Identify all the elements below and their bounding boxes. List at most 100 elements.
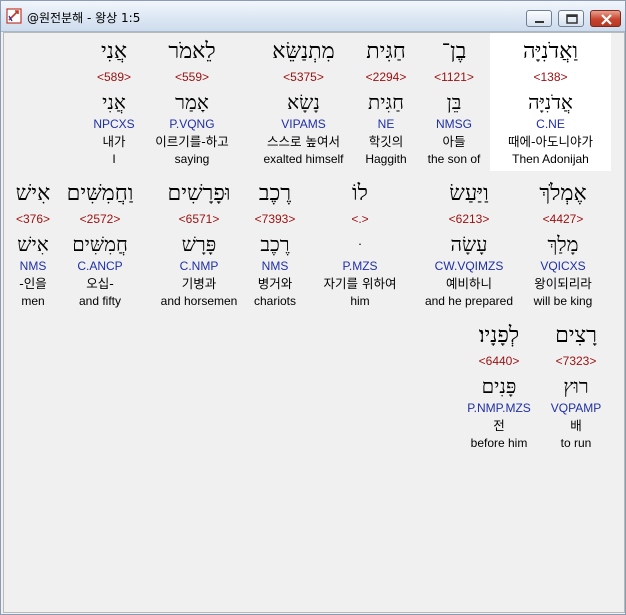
word-cell[interactable]: וַחֲמִשִּׁים <2572> חֲמִשִּׁים C.ANCP 오십-and…	[62, 175, 138, 313]
korean-gloss: 예비하니	[445, 276, 492, 291]
word-cell[interactable]: אֶמְלֹךְ <4427> מָלַךְ VQICXS 왕이되리라 will be k…	[522, 175, 604, 313]
hebrew-lemma: חַגִּית	[368, 90, 404, 114]
parse-code: P.MZS	[342, 259, 378, 273]
korean-gloss: 기병과	[181, 276, 217, 291]
hebrew-word: לְפָנָיו׃	[478, 323, 520, 348]
hebrew-lemma: רֶכֶב	[260, 232, 290, 256]
hebrew-word: וּפָרָשִׁים	[167, 181, 231, 206]
word-cell[interactable]: וַיַּעַשׂ <6213> עָשָׂה CW.VQIMZS 예비하니 and he…	[418, 175, 520, 313]
hebrew-lemma: אֲנִי	[102, 90, 126, 114]
parse-code: C.NE	[536, 117, 565, 131]
hebrew-word: אֶמְלֹךְ	[539, 181, 587, 206]
hebrew-lemma: אֲדֹנִיָּה	[528, 90, 573, 114]
parse-code: VIPAMS	[281, 117, 326, 131]
hebrew-lemma: בֵּן	[446, 90, 462, 114]
strong-number: <.>	[351, 212, 369, 226]
english-gloss: and he prepared	[424, 294, 514, 308]
hebrew-lemma: מָלַךְ	[547, 232, 579, 256]
korean-gloss: -인을	[19, 276, 47, 291]
english-gloss: men	[21, 294, 45, 308]
close-button[interactable]	[590, 10, 621, 27]
strong-number: <7323>	[555, 354, 597, 368]
parse-code: VQICXS	[540, 259, 586, 273]
hebrew-lemma: רוּץ	[563, 374, 589, 398]
english-gloss: the son of	[427, 152, 481, 166]
maximize-button[interactable]	[558, 10, 584, 27]
word-cell[interactable]: לֵאמֹר <559> אָמַר P.VQNG 이르기를-하고 saying	[149, 33, 235, 171]
parse-code: NMS	[19, 259, 47, 273]
app-icon	[6, 8, 22, 24]
word-cell[interactable]: בֶן־ <1121> בֵּן NMSG 아들 the son of	[421, 33, 487, 171]
strong-number: <1121>	[434, 70, 474, 84]
parse-code: CW.VQIMZS	[434, 259, 504, 273]
english-gloss: chariots	[253, 294, 297, 308]
word-cell[interactable]: חַגִּית <2294> חַגִּית NE 학깃의 Haggith	[356, 33, 416, 171]
korean-gloss: 이르기를-하고	[155, 134, 229, 149]
word-cell[interactable]: לוֹ <.>ּ P.MZS 자기를 위하여 him	[306, 175, 414, 313]
parse-code: NPCXS	[93, 117, 135, 131]
korean-gloss: 내가	[102, 134, 126, 149]
hebrew-lemma: נָשָׂא	[287, 90, 320, 114]
english-gloss: saying	[174, 152, 210, 166]
english-gloss: Then Adonijah	[512, 152, 589, 166]
hebrew-word: מִתְנַשֵּׂא	[272, 39, 335, 64]
parse-code: NMS	[261, 259, 289, 273]
english-gloss: will be king	[533, 294, 593, 308]
korean-gloss: 학깃의	[368, 134, 404, 149]
hebrew-lemma: פָּרָשׁ	[181, 232, 217, 256]
word-cell[interactable]: אֲנִי <589> אֲנִי NPCXS 내가 I	[78, 33, 150, 171]
strong-number: <6571>	[178, 212, 220, 226]
hebrew-word: אֲנִי	[100, 39, 128, 64]
english-gloss: and horsemen	[160, 294, 238, 308]
word-cell[interactable]: וּפָרָשִׁים <6571> פָּרָשׁ C.NMP 기병과 and hors…	[154, 175, 244, 313]
hebrew-word: וַאֲדֹנִיָּה	[523, 39, 578, 64]
hebrew-lemma: אָמַר	[175, 90, 209, 114]
english-gloss: to run	[560, 436, 592, 450]
hebrew-word: רָצִים	[555, 323, 597, 348]
korean-gloss: 스스로 높여서	[267, 134, 340, 149]
strong-number: <2572>	[79, 212, 121, 226]
parse-code: P.VQNG	[169, 117, 215, 131]
hebrew-lemma: חֲמִשִּׁים	[72, 232, 128, 256]
parse-code: NE	[377, 117, 395, 131]
korean-gloss: 전	[493, 418, 505, 433]
strong-number: <138>	[533, 70, 568, 84]
korean-gloss: 아들	[442, 134, 466, 149]
korean-gloss: 때에-아도니야가	[507, 134, 593, 149]
korean-gloss: 오십-	[86, 276, 114, 291]
korean-gloss: 병거와	[257, 276, 293, 291]
korean-gloss: 왕이되리라	[534, 276, 592, 291]
english-gloss: I	[112, 152, 116, 166]
hebrew-word: בֶן־	[441, 39, 467, 64]
word-cell[interactable]: וַאֲדֹנִיָּה <138> אֲדֹנִיָּה C.NE 때에-아도니야가 T…	[490, 33, 611, 171]
hebrew-word: לוֹ	[352, 181, 368, 206]
parse-code: C.ANCP	[77, 259, 123, 273]
parse-code: NMSG	[436, 117, 472, 131]
app-window: @원전분해 - 왕상 1:5 אֲנִי <589> אֲנִי NPCXS 내가 I לֵ…	[0, 0, 626, 615]
parse-code: C.NMP	[179, 259, 219, 273]
word-cell[interactable]: אִישׁ <376> אִישׁ NMS -인을 men	[6, 175, 60, 313]
word-cell[interactable]: לְפָנָיו׃ <6440> פָּנִים P.NMP.MZS 전 before h…	[456, 317, 542, 455]
strong-number: <559>	[174, 70, 210, 84]
strong-number: <7393>	[254, 212, 296, 226]
word-cell[interactable]: מִתְנַשֵּׂא <5375> נָשָׂא VIPAMS 스스로 높여서 exal…	[247, 33, 360, 171]
title-bar[interactable]: @원전분해 - 왕상 1:5	[1, 1, 625, 32]
minimize-button[interactable]	[526, 10, 552, 27]
hebrew-word: חַגִּית	[366, 39, 406, 64]
strong-number: <376>	[15, 212, 51, 226]
hebrew-lemma: עָשָׂה	[450, 232, 488, 256]
hebrew-word: לֵאמֹר	[168, 39, 216, 64]
strong-number: <589>	[96, 70, 132, 84]
english-gloss: and fifty	[78, 294, 122, 308]
window-title: @원전분해 - 왕상 1:5	[27, 11, 141, 25]
strong-number: <6213>	[448, 212, 490, 226]
word-cell[interactable]: רֶכֶב <7393> רֶכֶב NMS 병거와 chariots	[248, 175, 302, 313]
strong-number: <4427>	[542, 212, 584, 226]
strong-number: <5375>	[283, 70, 324, 84]
hebrew-word: אִישׁ	[15, 181, 51, 206]
strong-number: <2294>	[365, 70, 407, 84]
english-gloss: him	[350, 294, 370, 308]
korean-gloss: 배	[570, 418, 582, 433]
english-gloss: Haggith	[365, 152, 407, 166]
word-cell[interactable]: רָצִים <7323> רוּץ VQPAMP 배 to run	[544, 317, 608, 455]
